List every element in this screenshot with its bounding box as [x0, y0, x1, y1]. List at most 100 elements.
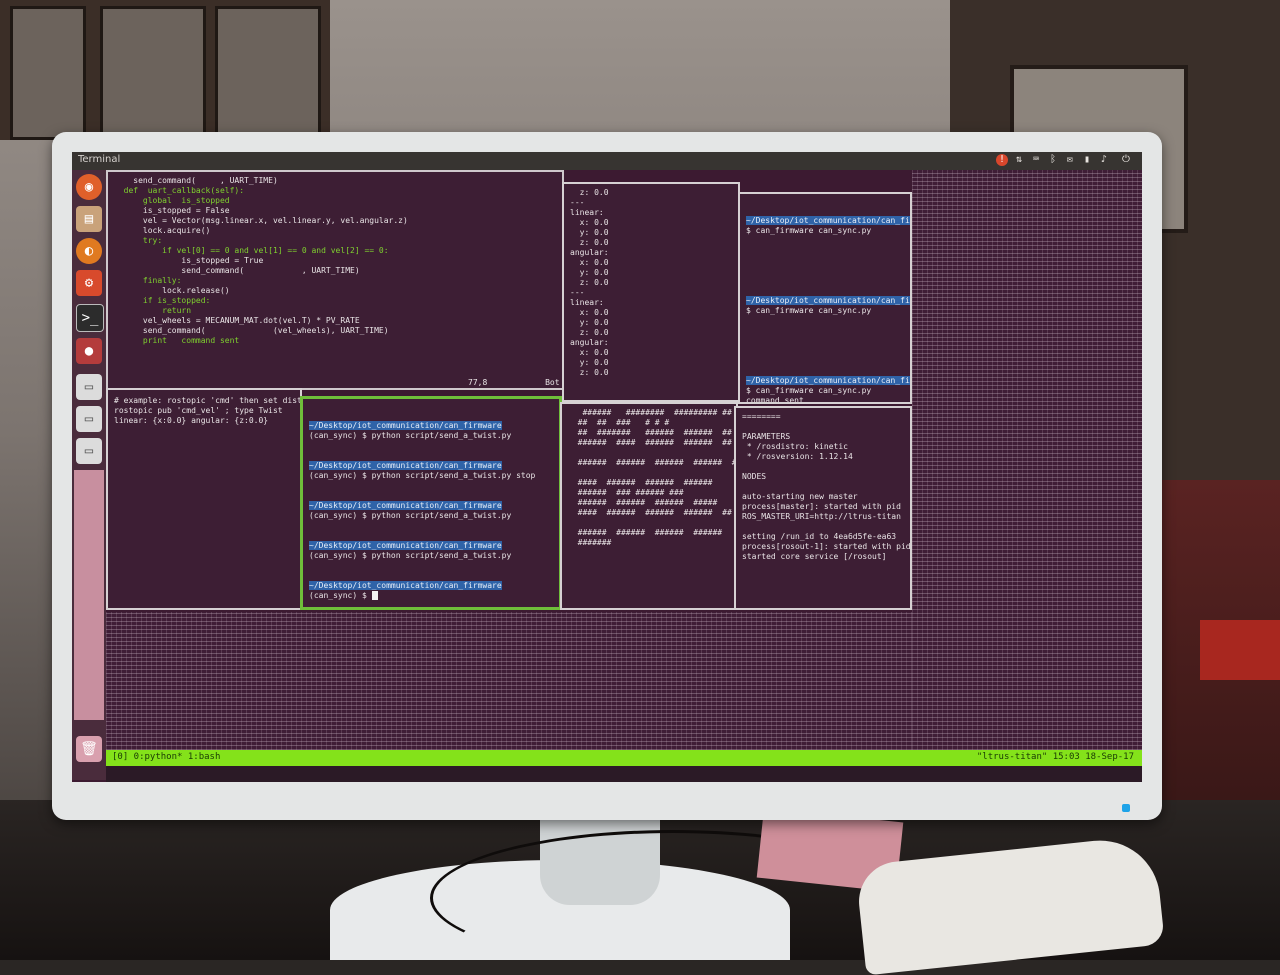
app-icon[interactable]: ● [76, 338, 102, 364]
terminal-line: $ can_firmware can_sync.py [746, 226, 872, 235]
battery-icon[interactable]: ▮ [1081, 154, 1093, 166]
settings-icon[interactable]: ⚙ [76, 270, 102, 296]
editor-pane[interactable]: send_command( , UART_TIME) def uart_call… [106, 170, 564, 390]
bookcase-door [10, 6, 86, 140]
text-cursor [371, 591, 378, 600]
terminal-line: x: 0.0 [570, 258, 609, 267]
firefox-icon[interactable]: ◐ [76, 238, 102, 264]
terminal-line: ###### ### ###### ### [568, 488, 684, 497]
bookcase-door [100, 6, 206, 140]
terminal-line: command sent [746, 396, 804, 404]
terminal-line: vel = Vector(msg.linear.x, vel.linear.y,… [114, 216, 408, 225]
taskbar-strip [106, 766, 1142, 782]
terminal-line: linear: [570, 208, 604, 217]
terminal-line: z: 0.0 [570, 278, 609, 287]
network-icon[interactable]: ⇅ [1013, 154, 1025, 166]
terminal-line: (can_sync) $ python script/send_a_twist.… [309, 431, 512, 440]
terminal-line: z: 0.0 [570, 328, 609, 337]
firmware-pane[interactable]: ~/Desktop/iot_communication/can_firmware… [738, 192, 912, 404]
bluetooth-icon[interactable]: ᛒ [1047, 154, 1059, 166]
screen: Terminal ! ⇅ ⌨ ᛒ ✉ ▮ ♪ ⏻ ◉ ▤ ◐ ⚙ >_ ● ▭ … [72, 152, 1142, 782]
red-box [1200, 620, 1280, 680]
terminal-line: ~/Desktop/iot_communication/can_firmware [746, 376, 910, 385]
editor-ruler: 77,8 Bot [468, 378, 560, 387]
terminal-line: #### ###### ###### ###### [568, 478, 713, 487]
active-terminal-pane[interactable]: ~/Desktop/iot_communication/can_firmware… [300, 396, 562, 610]
top-panel: Terminal ! ⇅ ⌨ ᛒ ✉ ▮ ♪ ⏻ [72, 152, 1142, 170]
files-icon[interactable]: ▤ [76, 206, 102, 232]
terminal-line: print command sent [114, 336, 240, 345]
terminal-line: send_command( , UART_TIME) [114, 266, 360, 275]
terminal-line: y: 0.0 [570, 358, 609, 367]
terminal-line: angular: [570, 248, 609, 257]
power-icon[interactable]: ⏻ [1120, 154, 1132, 166]
terminal-line: process[rosout-1]: started with pid [742, 542, 911, 551]
drive-icon-3[interactable]: ▭ [76, 438, 102, 464]
terminal-line: (can_sync) $ python script/send_a_twist.… [309, 551, 512, 560]
terminal-line: ####### [568, 538, 612, 547]
system-tray: ! ⇅ ⌨ ᛒ ✉ ▮ ♪ ⏻ [996, 154, 1132, 166]
terminal-line: ~/Desktop/iot_communication/can_firmware [746, 216, 910, 225]
terminal-line: linear: [570, 298, 604, 307]
terminal-line: linear: {x:0.0} angular: {z:0.0} [114, 416, 269, 425]
terminal-line: z: 0.0 [570, 188, 609, 197]
terminal-line: ~/Desktop/iot_communication/can_firmware [309, 501, 502, 510]
terminal-line: z: 0.0 [570, 368, 609, 377]
terminal-line: $ can_firmware can_sync.py [746, 386, 872, 395]
terminal-line: process[master]: started with pid [742, 502, 901, 511]
terminal-line: ~/Desktop/iot_communication/can_firmware [309, 541, 502, 550]
terminal-line: y: 0.0 [570, 268, 609, 277]
terminal-line: y: 0.0 [570, 318, 609, 327]
tmux-status-bar: [0] 0:python* 1:bash "ltrus-titan" 15:03… [106, 750, 1142, 766]
empty-pane-area [912, 170, 1142, 750]
drive-icon-2[interactable]: ▭ [76, 406, 102, 432]
status-left: [0] 0:python* 1:bash [112, 752, 221, 762]
ubuntu-logo-icon[interactable]: ◉ [76, 174, 102, 200]
launcher: ◉ ▤ ◐ ⚙ >_ ● ▭ ▭ ▭ 🗑 [72, 170, 106, 780]
terminal-icon[interactable]: >_ [76, 304, 104, 332]
terminal-line: ## ## ### # # # [568, 418, 670, 427]
terminal-line: #### ###### ###### ###### ## [568, 508, 732, 517]
terminal-line: z: 0.0 [570, 238, 609, 247]
terminal-line: (can_sync) $ [309, 591, 378, 600]
alert-icon[interactable]: ! [996, 154, 1008, 166]
terminal-line: ~/Desktop/iot_communication/can_firmware [746, 296, 910, 305]
topic-echo-pane[interactable]: z: 0.0 --- linear: x: 0.0 y: 0.0 z: 0.0 ang… [562, 182, 740, 402]
launcher-workspace-strip [74, 470, 104, 720]
volume-icon[interactable]: ♪ [1098, 154, 1110, 166]
terminal-line: vel_wheels = MECANUM_MAT.dot(vel.T) * PV… [114, 316, 360, 325]
log-pane[interactable]: ###### ######## ######### ## ## ## ### #… [560, 402, 738, 610]
command-pane[interactable]: # example: rostopic 'cmd' then set dist r… [106, 388, 302, 610]
terminal-line: started core service [/rosout] [742, 552, 887, 561]
terminal-line: ###### ######## ######### ## [568, 408, 732, 417]
terminal-line: y: 0.0 [570, 228, 609, 237]
terminal-line: --- [570, 198, 585, 207]
terminal-line: (can_sync) $ python script/send_a_twist.… [309, 511, 512, 520]
trash-icon[interactable]: 🗑 [76, 736, 102, 762]
terminal-line: try: [114, 236, 163, 245]
terminal-line: send_command( (vel_wheels), UART_TIME) [114, 326, 389, 335]
terminal-line: * /rosversion: 1.12.14 [742, 452, 853, 461]
terminal-line: ###### #### ###### ###### ## [568, 438, 732, 447]
terminal-line: lock.acquire() [114, 226, 211, 235]
terminal-line: rostopic pub 'cmd_vel' ; type Twist [114, 406, 288, 415]
terminal-line: NODES [742, 472, 767, 481]
bookcase [0, 0, 330, 140]
roscore-pane[interactable]: ======== PARAMETERS * /rosdistro: kinetic… [734, 406, 912, 610]
terminal-line: ~/Desktop/iot_communication/can_firmware [309, 421, 502, 430]
terminal-line: global is_stopped [114, 196, 230, 205]
terminal-line: $ can_firmware can_sync.py [746, 306, 872, 315]
terminal-line: is_stopped = True [114, 256, 264, 265]
terminal-line: ###### ###### ###### ##### [568, 498, 718, 507]
terminal-line: ======== [742, 412, 781, 421]
terminal-line: ## ####### ###### ###### ## [568, 428, 732, 437]
terminal-line: # example: rostopic 'cmd' then set dist [114, 396, 302, 405]
keyboard-icon[interactable]: ⌨ [1030, 154, 1042, 166]
terminal-line: ###### ###### ###### ###### ## [568, 458, 738, 467]
terminal-line: if vel[0] == 0 and vel[1] == 0 and vel[2… [114, 246, 389, 255]
terminal-line: x: 0.0 [570, 308, 609, 317]
drive-icon-1[interactable]: ▭ [76, 374, 102, 400]
terminal-line: (can_sync) $ python script/send_a_twist.… [309, 471, 536, 480]
mail-icon[interactable]: ✉ [1064, 154, 1076, 166]
terminal-line: setting /run_id to 4ea6d5fe-ea63 [742, 532, 897, 541]
